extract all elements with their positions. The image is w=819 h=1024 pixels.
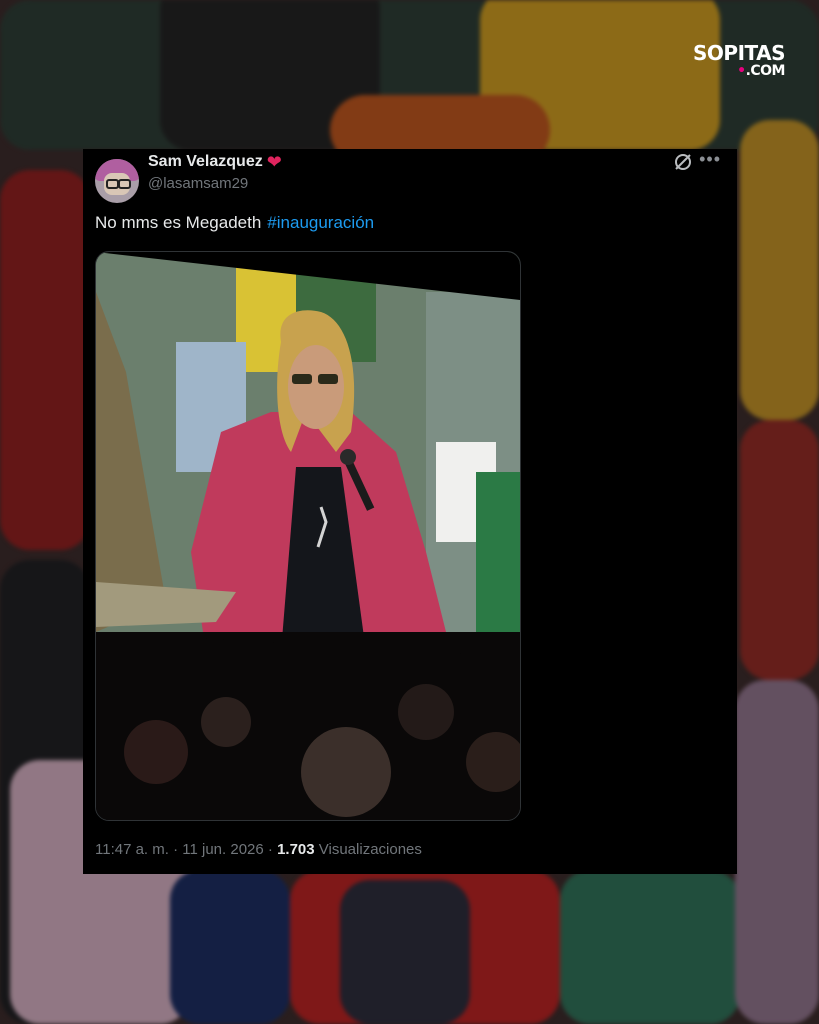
media-lower-area xyxy=(96,632,520,820)
display-name[interactable]: Sam Velazquez xyxy=(148,153,263,171)
tweet-card: Sam Velazquez ❤ @lasamsam29 ••• No mms e… xyxy=(83,149,737,874)
tweet-meta: 11:47 a. m. · 11 jun. 2026 · 1.703 Visua… xyxy=(95,841,422,858)
avatar[interactable] xyxy=(95,159,139,203)
tweet-media[interactable] xyxy=(95,251,521,821)
more-options-icon[interactable]: ••• xyxy=(699,149,721,170)
user-handle[interactable]: @lasamsam29 xyxy=(148,175,248,192)
hashtag-link[interactable]: #inauguración xyxy=(267,213,374,232)
author-row: Sam Velazquez ❤ xyxy=(148,153,282,171)
heart-icon: ❤ xyxy=(266,152,282,172)
grok-icon[interactable] xyxy=(673,152,693,172)
views-label: Visualizaciones xyxy=(314,841,422,858)
timestamp[interactable]: 11:47 a. m. · 11 jun. 2026 · xyxy=(95,841,277,858)
sopitas-logo: SOPITAS •.COM xyxy=(693,41,785,79)
performer-photo xyxy=(96,252,520,662)
views-count: 1.703 xyxy=(277,841,315,858)
tweet-text: No mms es Megadeth #inauguración xyxy=(95,213,375,232)
